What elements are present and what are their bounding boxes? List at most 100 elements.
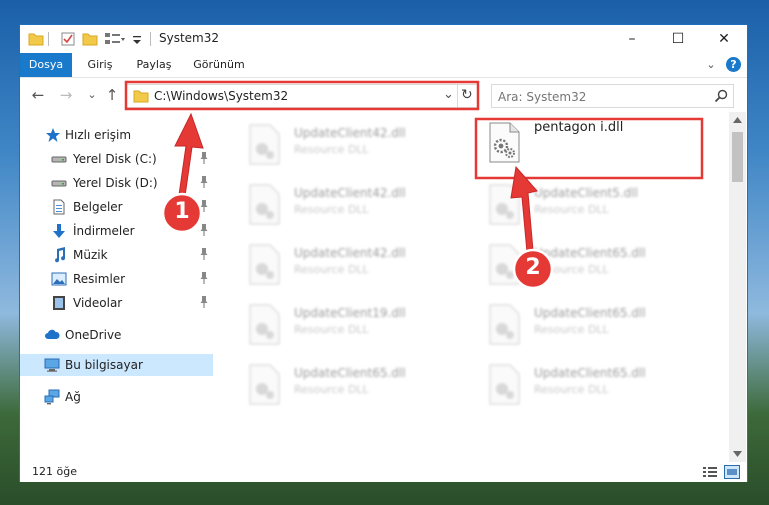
scrollbar-thumb[interactable] xyxy=(732,132,743,182)
scroll-down-icon[interactable] xyxy=(733,451,742,457)
file-item-highlighted[interactable]: pentagon i.dll xyxy=(478,118,708,170)
address-dropdown-icon[interactable]: ⌄ xyxy=(443,87,454,102)
minimize-button[interactable]: – xyxy=(609,25,655,53)
recent-locations-button[interactable]: ⌄ xyxy=(82,88,102,101)
file-type: Resource DLL xyxy=(294,263,369,276)
details-view-icon[interactable] xyxy=(702,466,718,478)
tiles-view-icon[interactable] xyxy=(724,465,740,479)
close-button[interactable]: ✕ xyxy=(701,25,747,53)
file-item[interactable]: UpdateClient42.dll Resource DLL xyxy=(238,120,468,172)
dll-file-icon xyxy=(489,244,520,285)
file-item[interactable]: UpdateClient65.dll Resource DLL xyxy=(478,240,708,292)
file-name: UpdateClient42.dll xyxy=(294,126,406,140)
star-icon xyxy=(46,128,60,142)
search-icon xyxy=(714,89,728,103)
sidebar-item-network[interactable]: Ağ xyxy=(20,386,213,408)
pin-icon xyxy=(200,200,208,212)
file-item[interactable]: UpdateClient19.dll Resource DLL xyxy=(238,300,468,352)
videos-icon xyxy=(53,296,65,310)
file-item[interactable]: UpdateClient65.dll Resource DLL xyxy=(238,360,468,412)
network-icon xyxy=(44,389,60,405)
dll-file-icon xyxy=(489,364,520,405)
address-path: C:\Windows\System32 xyxy=(154,89,289,103)
file-item[interactable]: UpdateClient65.dll Resource DLL xyxy=(478,300,708,352)
ribbon-expand-icon[interactable]: ⌄ xyxy=(702,53,720,77)
dll-file-icon xyxy=(249,244,280,285)
sidebar-item-local-disk-d[interactable]: Yerel Disk (D:) xyxy=(20,172,213,194)
sidebar-item-label: Hızlı erişim xyxy=(65,128,132,142)
up-button[interactable]: ↑ xyxy=(102,86,122,104)
cloud-icon xyxy=(45,329,60,339)
sidebar-item-label: Yerel Disk (D:) xyxy=(73,176,158,190)
file-item[interactable]: UpdateClient42.dll Resource DLL xyxy=(238,240,468,292)
drive-icon xyxy=(51,156,67,163)
tab-home[interactable]: Giriş xyxy=(78,53,122,77)
file-list: UpdateClient42.dll Resource DLL pentagon… xyxy=(230,112,730,462)
file-type: Resource DLL xyxy=(534,323,609,336)
pin-icon xyxy=(200,224,208,236)
address-bar[interactable]: C:\Windows\System32 ⌄ ↻ xyxy=(126,84,478,108)
computer-icon xyxy=(44,358,60,372)
tab-view[interactable]: Görünüm xyxy=(188,53,250,77)
sidebar-item-label: Bu bilgisayar xyxy=(65,358,143,372)
sidebar-item-local-disk-c[interactable]: Yerel Disk (C:) xyxy=(20,148,213,170)
file-name: UpdateClient42.dll xyxy=(294,186,406,200)
dll-file-icon xyxy=(249,304,280,345)
sidebar-item-pictures[interactable]: Resimler xyxy=(20,268,213,290)
help-icon[interactable]: ? xyxy=(726,57,741,72)
sidebar-item-videos[interactable]: Videolar xyxy=(20,292,213,314)
navigation-pane: Hızlı erişim Yerel Disk (C:) Yerel Disk … xyxy=(20,112,213,462)
dll-file-icon xyxy=(489,304,520,345)
step-number-2: 2 xyxy=(525,255,541,280)
separator xyxy=(150,32,151,46)
pin-icon xyxy=(200,296,208,308)
dll-file-icon xyxy=(489,184,520,225)
search-box[interactable] xyxy=(491,84,734,108)
refresh-icon[interactable]: ↻ xyxy=(461,87,473,103)
documents-icon xyxy=(53,199,65,215)
back-button[interactable]: ← xyxy=(28,86,48,104)
sidebar-item-music[interactable]: Müzik xyxy=(20,244,213,266)
customize-toolbar-icon[interactable] xyxy=(104,31,126,47)
search-input[interactable] xyxy=(496,87,705,107)
properties-icon[interactable] xyxy=(60,31,76,47)
dll-file-icon xyxy=(249,364,280,405)
file-name: UpdateClient65.dll xyxy=(294,366,406,380)
dll-file-icon xyxy=(489,122,520,163)
sidebar-item-label: OneDrive xyxy=(65,328,122,342)
downloads-icon xyxy=(53,224,65,238)
scroll-up-icon[interactable] xyxy=(733,117,742,123)
file-name: UpdateClient65.dll xyxy=(534,366,646,380)
window-title: System32 xyxy=(159,31,220,45)
tab-file[interactable]: Dosya xyxy=(20,53,72,77)
quick-access-dropdown-icon[interactable] xyxy=(132,31,142,47)
maximize-button[interactable]: ☐ xyxy=(655,25,701,53)
new-folder-icon[interactable] xyxy=(82,31,98,47)
file-name: UpdateClient42.dll xyxy=(294,246,406,260)
file-name: UpdateClient65.dll xyxy=(534,306,646,320)
step-number-1: 1 xyxy=(174,199,190,224)
ribbon-tabs: Dosya Giriş Paylaş Görünüm ⌄ ? xyxy=(20,53,747,78)
drive-icon xyxy=(51,180,67,187)
sidebar-item-this-pc[interactable]: Bu bilgisayar xyxy=(20,354,213,376)
file-item[interactable]: UpdateClient5.dll Resource DLL xyxy=(478,180,708,232)
vertical-scrollbar[interactable] xyxy=(729,112,746,462)
tab-share[interactable]: Paylaş xyxy=(128,53,180,77)
sidebar-item-label: Videolar xyxy=(73,296,123,310)
dll-file-icon xyxy=(249,124,280,165)
file-type: Resource DLL xyxy=(534,203,609,216)
file-type: Resource DLL xyxy=(534,383,609,396)
status-bar: 121 öğe xyxy=(20,462,747,482)
sidebar-item-quick-access[interactable]: Hızlı erişim xyxy=(20,124,213,146)
separator xyxy=(48,32,49,46)
file-type: Resource DLL xyxy=(294,323,369,336)
file-name: UpdateClient5.dll xyxy=(534,186,638,200)
pictures-icon xyxy=(51,272,67,286)
forward-button[interactable]: → xyxy=(56,86,76,104)
music-icon xyxy=(55,247,66,263)
sidebar-item-label: Resimler xyxy=(73,272,126,286)
sidebar-item-onedrive[interactable]: OneDrive xyxy=(20,324,213,346)
file-item[interactable]: UpdateClient65.dll Resource DLL xyxy=(478,360,708,412)
pin-icon xyxy=(200,272,208,284)
file-item[interactable]: UpdateClient42.dll Resource DLL xyxy=(238,180,468,232)
